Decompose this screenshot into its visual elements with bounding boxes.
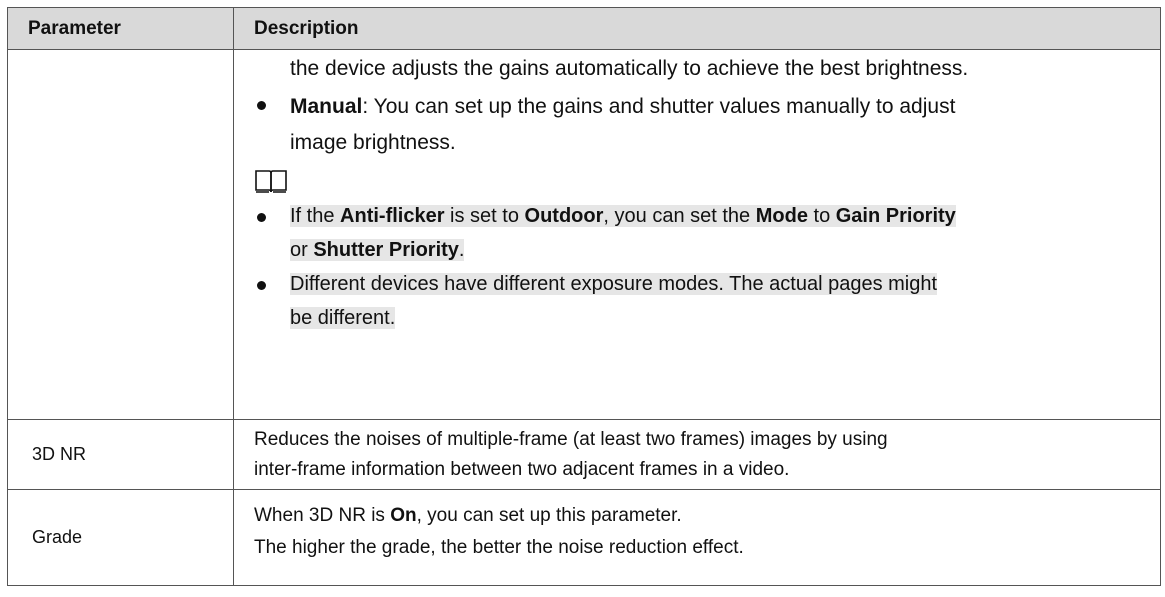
text-line: The higher the grade, the better the noi…: [254, 537, 744, 558]
manual-bullet: Manual: You can set up the gains and shu…: [254, 87, 1152, 161]
parameter-cell-empty: [7, 49, 234, 420]
note-book-icon: [255, 170, 287, 193]
note-text: be different.: [290, 307, 396, 329]
text-line: inter-frame information between two adja…: [254, 458, 790, 480]
parameter-table: Parameter Description the device adjusts…: [7, 7, 1161, 586]
note-text: Different devices have different exposur…: [290, 273, 938, 295]
note-text: to: [807, 205, 836, 227]
table-row: Grade When 3D NR is On, you can set up t…: [7, 489, 1161, 586]
manual-label: Manual: [290, 95, 363, 118]
note-text: , you can set the: [603, 205, 756, 227]
description-cell: Reduces the noises of multiple-frame (at…: [233, 419, 1161, 490]
note-text: or: [290, 239, 314, 261]
text-bold: On: [390, 505, 417, 526]
table-header-row: Parameter Description: [7, 7, 1161, 50]
text-line: Reduces the noises of multiple-frame (at…: [254, 428, 888, 450]
note-bold: Shutter Priority: [313, 239, 459, 261]
continued-text: the device adjusts the gains automatical…: [254, 51, 1152, 87]
description-cell: When 3D NR is On, you can set up this pa…: [233, 489, 1161, 586]
note-bullet-devices: Different devices have different exposur…: [254, 267, 1152, 335]
table-row: 3D NR Reduces the noises of multiple-fra…: [7, 419, 1161, 490]
note-text: is set to: [444, 205, 525, 227]
bullet-icon: [257, 213, 266, 222]
manual-text-cont: image brightness.: [290, 131, 456, 154]
note-bullet-anti-flicker: If the Anti-flicker is set to Outdoor, y…: [254, 199, 1152, 267]
header-parameter: Parameter: [7, 7, 234, 50]
parameter-cell: Grade: [7, 489, 234, 586]
bullet-icon: [257, 101, 266, 110]
parameter-cell: 3D NR: [7, 419, 234, 490]
header-description: Description: [233, 7, 1161, 50]
note-text: .: [458, 239, 465, 261]
table-row: the device adjusts the gains automatical…: [7, 49, 1161, 420]
note-text: If the: [290, 205, 341, 227]
note-bold: Outdoor: [524, 205, 604, 227]
bullet-icon: [257, 281, 266, 290]
text-line: When 3D NR is: [254, 505, 391, 526]
description-cell: the device adjusts the gains automatical…: [233, 49, 1161, 420]
note-bold: Mode: [755, 205, 808, 227]
text-line: the device adjusts the gains automatical…: [290, 57, 969, 80]
note-bold: Anti-flicker: [340, 205, 445, 227]
text-line: , you can set up this parameter.: [416, 505, 682, 526]
note-bold: Gain Priority: [835, 205, 956, 227]
manual-text: : You can set up the gains and shutter v…: [362, 95, 956, 118]
